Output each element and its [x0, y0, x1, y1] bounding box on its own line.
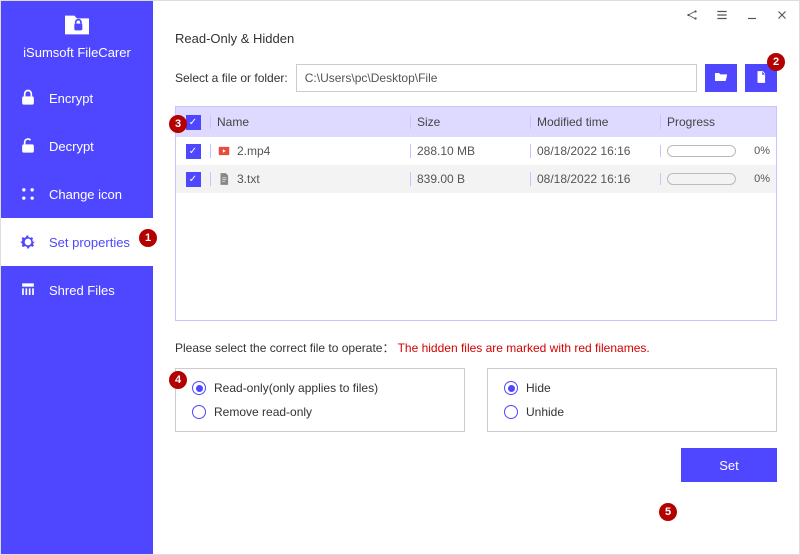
radio-remove-readonly[interactable]: Remove read-only	[192, 405, 448, 419]
table-row[interactable]: ✓ 3.txt 839.00 B08/18/2022 16:16 0%	[176, 165, 776, 193]
file-modified: 08/18/2022 16:16	[530, 144, 660, 158]
nav-label: Set properties	[49, 235, 130, 250]
menu-icon[interactable]	[715, 8, 729, 25]
sidebar-item-encrypt[interactable]: Encrypt	[1, 74, 153, 122]
callout-5: 5	[659, 503, 677, 521]
nav-label: Encrypt	[49, 91, 93, 106]
folder-lock-icon	[61, 9, 93, 41]
nav: Encrypt Decrypt Change icon Set properti…	[1, 74, 153, 314]
shred-icon	[17, 279, 39, 301]
app-logo: iSumsoft FileCarer	[1, 9, 153, 60]
path-row: Select a file or folder:	[175, 64, 777, 92]
file-size: 839.00 B	[410, 172, 530, 186]
radio-hide[interactable]: Hide	[504, 381, 760, 395]
sidebar-item-shred-files[interactable]: Shred Files	[1, 266, 153, 314]
progress-percent: 0%	[742, 145, 770, 157]
nav-label: Change icon	[49, 187, 122, 202]
share-icon[interactable]	[685, 8, 699, 25]
gear-icon	[17, 231, 39, 253]
progress-bar	[667, 173, 736, 185]
progress-percent: 0%	[742, 173, 770, 185]
col-name[interactable]: Name	[210, 115, 410, 129]
hint-warning: The hidden files are marked with red fil…	[398, 341, 650, 355]
hint: Please select the correct file to operat…	[175, 339, 777, 356]
col-size[interactable]: Size	[410, 115, 530, 129]
video-file-icon	[217, 144, 231, 158]
callout-1: 1	[139, 229, 157, 247]
text-file-icon	[217, 172, 231, 186]
section: Read-Only & Hidden Select a file or fold…	[153, 31, 799, 554]
app-title: iSumsoft FileCarer	[23, 45, 131, 60]
sidebar-item-decrypt[interactable]: Decrypt	[1, 122, 153, 170]
browse-folder-button[interactable]	[705, 64, 737, 92]
file-icon	[754, 69, 768, 88]
callout-2: 2	[767, 53, 785, 71]
table-body: ✓ 2.mp4 288.10 MB08/18/2022 16:16 0% ✓ 3.txt 8…	[176, 137, 776, 320]
set-button[interactable]: Set	[681, 448, 777, 482]
grid-icon	[17, 183, 39, 205]
unlock-icon	[17, 135, 39, 157]
select-all-checkbox[interactable]: ✓	[186, 115, 201, 130]
titlebar	[153, 1, 799, 31]
readonly-group: Read-only(only applies to files) Remove …	[175, 368, 465, 432]
close-icon[interactable]	[775, 8, 789, 25]
radio-unhide[interactable]: Unhide	[504, 405, 760, 419]
callout-4: 4	[169, 371, 187, 389]
radio-readonly[interactable]: Read-only(only applies to files)	[192, 381, 448, 395]
file-table: ✓ Name Size Modified time Progress ✓ 2.mp…	[175, 106, 777, 321]
sidebar-item-set-properties[interactable]: Set properties	[1, 218, 153, 266]
path-input[interactable]	[296, 64, 697, 92]
row-checkbox[interactable]: ✓	[186, 144, 201, 159]
minimize-icon[interactable]	[745, 8, 759, 25]
app-window: iSumsoft FileCarer Encrypt Decrypt Chang…	[0, 0, 800, 555]
row-checkbox[interactable]: ✓	[186, 172, 201, 187]
options: Read-only(only applies to files) Remove …	[175, 368, 777, 432]
sidebar-item-change-icon[interactable]: Change icon	[1, 170, 153, 218]
content: Read-Only & Hidden Select a file or fold…	[153, 1, 799, 554]
table-header: ✓ Name Size Modified time Progress	[176, 107, 776, 137]
hide-group: Hide Unhide	[487, 368, 777, 432]
path-label: Select a file or folder:	[175, 71, 288, 85]
table-row[interactable]: ✓ 2.mp4 288.10 MB08/18/2022 16:16 0%	[176, 137, 776, 165]
col-progress[interactable]: Progress	[660, 115, 776, 129]
nav-label: Shred Files	[49, 283, 115, 298]
file-name: 2.mp4	[237, 144, 270, 158]
sidebar: iSumsoft FileCarer Encrypt Decrypt Chang…	[1, 1, 153, 554]
file-modified: 08/18/2022 16:16	[530, 172, 660, 186]
nav-label: Decrypt	[49, 139, 94, 154]
file-size: 288.10 MB	[410, 144, 530, 158]
folder-open-icon	[712, 69, 730, 88]
progress-bar	[667, 145, 736, 157]
file-name: 3.txt	[237, 172, 260, 186]
section-title: Read-Only & Hidden	[175, 31, 777, 46]
lock-icon	[17, 87, 39, 109]
col-modified[interactable]: Modified time	[530, 115, 660, 129]
hint-text: Please select the correct file to operat…	[175, 341, 394, 355]
callout-3: 3	[169, 115, 187, 133]
